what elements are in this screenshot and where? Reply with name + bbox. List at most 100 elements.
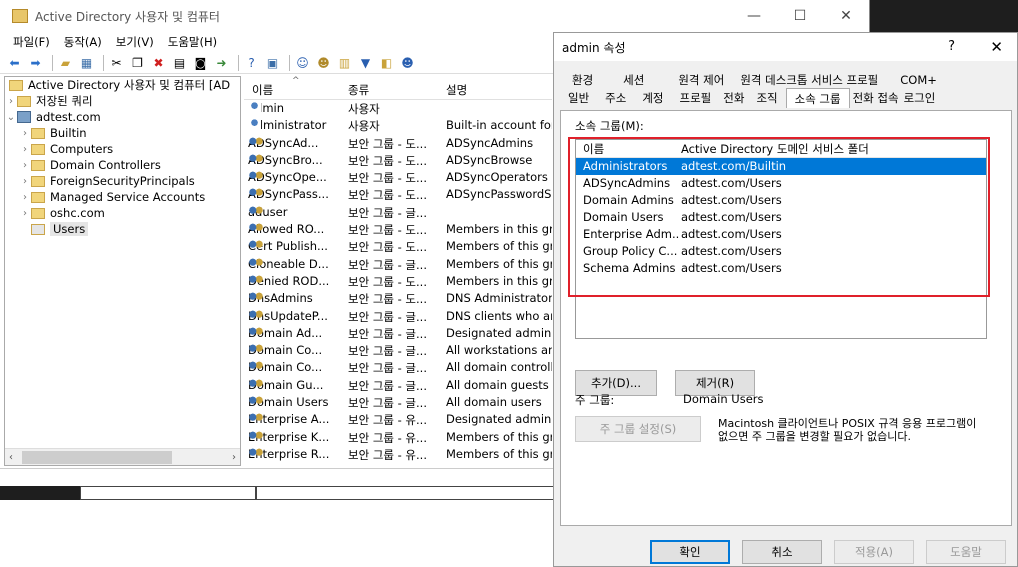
- member-row[interactable]: Domain Users adtest.com/Users: [576, 209, 986, 226]
- list-row[interactable]: Domain Ad... 보안 그룹 - 글... Designated admin…: [244, 325, 552, 342]
- chevron-right-icon[interactable]: ›: [19, 144, 31, 155]
- tree-item-saved-queries[interactable]: › 저장된 쿼리: [5, 93, 240, 109]
- scroll-left-icon[interactable]: ‹: [9, 452, 13, 463]
- scroll-thumb[interactable]: [22, 450, 172, 464]
- new-group-icon[interactable]: ☻: [315, 55, 332, 71]
- properties-icon[interactable]: ▤: [171, 55, 188, 71]
- chevron-down-icon[interactable]: ⌄: [5, 112, 17, 123]
- help-button[interactable]: 도움말: [926, 540, 1006, 564]
- member-row[interactable]: Administrators adtest.com/Builtin: [576, 158, 986, 175]
- list-row[interactable]: Enterprise A... 보안 그룹 - 유... Designated ad…: [244, 411, 552, 428]
- dialog-help-button[interactable]: ?: [948, 39, 955, 54]
- list-row[interactable]: Enterprise R... 보안 그룹 - 유... Members of th…: [244, 446, 552, 463]
- delete-icon[interactable]: ✖: [150, 55, 167, 71]
- refresh-icon[interactable]: ◙: [192, 55, 209, 71]
- tab-dial-in[interactable]: 전화 접속: [850, 90, 902, 106]
- tab-address[interactable]: 주소: [597, 90, 634, 106]
- list-row[interactable]: Domain Gu... 보안 그룹 - 글... All domain guest…: [244, 377, 552, 394]
- list-row[interactable]: Administrator 사용자 Built-in account for: [244, 117, 552, 134]
- minimize-button[interactable]: —: [731, 0, 777, 32]
- set-primary-group-button[interactable]: 주 그룹 설정(S): [575, 416, 701, 442]
- filter-icon[interactable]: ▼: [357, 55, 374, 71]
- tab-com-plus[interactable]: COM+: [886, 73, 945, 87]
- member-row[interactable]: Schema Admins adtest.com/Users: [576, 260, 986, 277]
- menu-help[interactable]: 도움말(H): [161, 34, 224, 50]
- chevron-right-icon[interactable]: ›: [19, 160, 31, 171]
- list-row[interactable]: Denied ROD... 보안 그룹 - 도... Members in this…: [244, 273, 552, 290]
- copy-icon[interactable]: ❐: [129, 55, 146, 71]
- tab-rds-profile[interactable]: 원격 데스크톱 서비스 프로필: [732, 72, 886, 88]
- list-row[interactable]: Domain Users 보안 그룹 - 글... All domain users: [244, 394, 552, 411]
- tab-profile[interactable]: 프로필: [672, 90, 720, 106]
- console-icon[interactable]: ▣: [264, 55, 281, 71]
- tab-member-of[interactable]: 소속 그룹: [785, 88, 850, 108]
- tab-remote-control[interactable]: 원격 제어: [652, 72, 732, 88]
- tree-item-users[interactable]: Users: [5, 221, 240, 237]
- up-folder-icon[interactable]: ▰: [57, 55, 74, 71]
- tree-item-domain-controllers[interactable]: › Domain Controllers: [5, 157, 240, 173]
- tab-environment[interactable]: 환경: [560, 72, 601, 88]
- scroll-right-icon[interactable]: ›: [232, 452, 236, 463]
- chevron-right-icon[interactable]: ›: [19, 128, 31, 139]
- chevron-right-icon[interactable]: ›: [5, 96, 17, 107]
- member-row[interactable]: Domain Admins adtest.com/Users: [576, 192, 986, 209]
- back-icon[interactable]: ⬅: [6, 55, 23, 71]
- menu-file[interactable]: 파일(F): [6, 34, 57, 50]
- dialog-close-button[interactable]: ✕: [990, 38, 1003, 56]
- tab-telephones[interactable]: 전화: [719, 90, 748, 106]
- list-row[interactable]: Enterprise K... 보안 그룹 - 유... Members of th…: [244, 429, 552, 446]
- close-button[interactable]: ✕: [823, 0, 869, 32]
- cut-icon[interactable]: ✂: [108, 55, 125, 71]
- column-type[interactable]: 종류: [348, 82, 444, 98]
- chevron-right-icon[interactable]: ›: [19, 176, 31, 187]
- ok-button[interactable]: 확인: [650, 540, 730, 564]
- new-ou-icon[interactable]: ▥: [336, 55, 353, 71]
- tab-organization[interactable]: 조직: [748, 90, 785, 106]
- tab-general[interactable]: 일반: [560, 90, 597, 106]
- new-user-icon[interactable]: ☺: [294, 55, 311, 71]
- export-icon[interactable]: ➜: [213, 55, 230, 71]
- member-row[interactable]: Group Policy C... adtest.com/Users: [576, 243, 986, 260]
- list-row[interactable]: Domain Co... 보안 그룹 - 글... All workstations…: [244, 342, 552, 359]
- list-row[interactable]: admin 사용자: [244, 100, 552, 117]
- list-row[interactable]: DnsAdmins 보안 그룹 - 도... DNS Administrators: [244, 290, 552, 307]
- menu-action[interactable]: 동작(A): [57, 34, 109, 50]
- tree-item-domain[interactable]: ⌄ adtest.com: [5, 109, 240, 125]
- member-row[interactable]: ADSyncAdmins adtest.com/Users: [576, 175, 986, 192]
- menu-view[interactable]: 보기(V): [109, 34, 161, 50]
- apply-button[interactable]: 적용(A): [834, 540, 914, 564]
- tree-root[interactable]: Active Directory 사용자 및 컴퓨터 [AD: [5, 77, 240, 93]
- column-member-name[interactable]: 이름: [583, 141, 679, 157]
- tree-item-foreign-security-principals[interactable]: › ForeignSecurityPrincipals: [5, 173, 240, 189]
- forward-icon[interactable]: ➡: [27, 55, 44, 71]
- column-name[interactable]: 이름: [252, 82, 350, 98]
- column-member-folder[interactable]: Active Directory 도메인 서비스 폴더: [681, 141, 869, 157]
- list-row[interactable]: ADSyncBro... 보안 그룹 - 도... ADSyncBrowse: [244, 152, 552, 169]
- show-tree-icon[interactable]: ▦: [78, 55, 95, 71]
- find-icon[interactable]: ◧: [378, 55, 395, 71]
- tree-horizontal-scrollbar[interactable]: ‹ ›: [5, 448, 240, 465]
- maximize-button[interactable]: ☐: [777, 0, 823, 32]
- list-row[interactable]: Cloneable D... 보안 그룹 - 글... Members of thi…: [244, 256, 552, 273]
- tab-account[interactable]: 계정: [634, 90, 671, 106]
- chevron-right-icon[interactable]: ›: [19, 208, 31, 219]
- chevron-right-icon[interactable]: ›: [19, 192, 31, 203]
- tree-item-computers[interactable]: › Computers: [5, 141, 240, 157]
- tree-item-builtin[interactable]: › Builtin: [5, 125, 240, 141]
- member-row[interactable]: Enterprise Adm... adtest.com/Users: [576, 226, 986, 243]
- list-row[interactable]: Cert Publish... 보안 그룹 - 도... Members of th…: [244, 238, 552, 255]
- list-row[interactable]: ADSyncPass... 보안 그룹 - 도... ADSyncPasswordS…: [244, 186, 552, 203]
- list-row[interactable]: aduser 보안 그룹 - 글...: [244, 204, 552, 221]
- list-row[interactable]: Allowed RO... 보안 그룹 - 도... Members in this…: [244, 221, 552, 238]
- tree-item-managed-service-accounts[interactable]: › Managed Service Accounts: [5, 189, 240, 205]
- list-row[interactable]: DnsUpdateP... 보안 그룹 - 글... DNS clients who…: [244, 308, 552, 325]
- tab-sessions[interactable]: 세션: [601, 72, 652, 88]
- tab-logon[interactable]: 로그인: [902, 90, 938, 106]
- list-row[interactable]: ADSyncOpe... 보안 그룹 - 도... ADSyncOperators: [244, 169, 552, 186]
- help-icon[interactable]: ?: [243, 55, 260, 71]
- tree-item-oshc[interactable]: › oshc.com: [5, 205, 240, 221]
- column-description[interactable]: 설명: [446, 82, 552, 98]
- cancel-button[interactable]: 취소: [742, 540, 822, 564]
- list-row[interactable]: Domain Co... 보안 그룹 - 글... All domain contr…: [244, 359, 552, 376]
- list-row[interactable]: ADSyncAd... 보안 그룹 - 도... ADSyncAdmins: [244, 135, 552, 152]
